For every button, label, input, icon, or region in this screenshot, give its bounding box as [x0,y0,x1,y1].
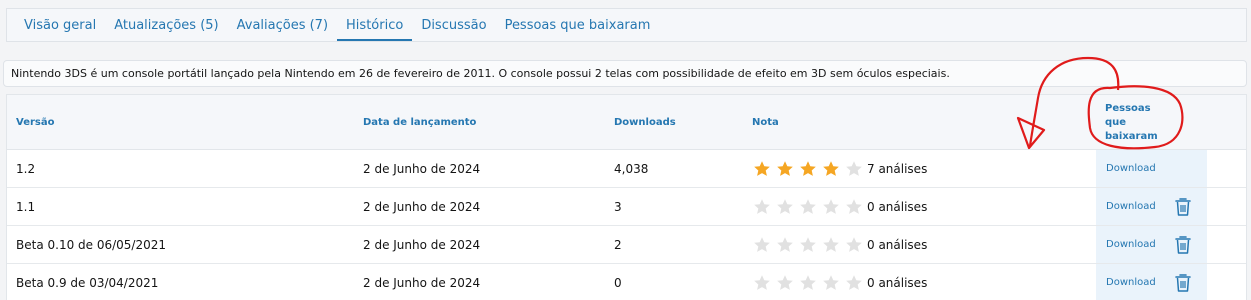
download-link[interactable]: Download [1106,188,1156,225]
version-history-table: Versão Data de lançamento Downloads Nota… [6,94,1247,300]
star-icon [846,160,862,176]
star-icon [754,236,770,252]
downloads-cell: 0 [614,275,622,290]
reviews-count[interactable]: 0 análises [867,264,927,300]
table-row: 1.1 2 de Junho de 2024 3 0 análises Download [7,188,1246,226]
version-cell: Beta 0.9 de 03/04/2021 [16,275,159,290]
download-link[interactable]: Download [1106,150,1156,187]
rating-stars [753,264,868,300]
tab-hist-rico[interactable]: Histórico [337,9,413,41]
version-cell: 1.1 [16,199,36,214]
table-row: Beta 0.9 de 03/04/2021 2 de Junho de 2024… [7,264,1246,300]
star-icon [800,198,816,214]
release-date-cell: 2 de Junho de 2024 [363,199,481,214]
star-icon [823,160,839,176]
reviews-count[interactable]: 0 análises [867,226,927,263]
downloads-cell: 3 [614,199,622,214]
star-icon [823,198,839,214]
table-row: Beta 0.10 de 06/05/2021 2 de Junho de 202… [7,226,1246,264]
header-rating: Nota [752,117,779,128]
header-downloads: Downloads [614,117,676,128]
downloads-cell: 4,038 [614,161,649,176]
reviews-count[interactable]: 7 análises [867,150,927,187]
trash-icon[interactable] [1174,197,1192,217]
download-link[interactable]: Download [1106,264,1156,300]
table-header: Versão Data de lançamento Downloads Nota [7,95,1246,150]
tab-pessoas-que-baixaram[interactable]: Pessoas que baixaram [496,9,660,41]
star-icon [823,236,839,252]
star-icon [800,160,816,176]
star-icon [800,236,816,252]
tab-discuss-o[interactable]: Discussão [412,9,495,41]
trash-icon[interactable] [1174,235,1192,255]
downloads-cell: 2 [614,237,622,252]
release-date-cell: 2 de Junho de 2024 [363,161,481,176]
star-icon [777,274,793,290]
tab-bar: Visão geral Atualizações (5) Avaliações (7… [6,8,1247,42]
version-cell: 1.2 [16,161,36,176]
star-icon [754,160,770,176]
version-cell: Beta 0.10 de 06/05/2021 [16,237,166,252]
header-people-downloaded[interactable]: Pessoas que baixaram [1105,95,1195,150]
table-row: 1.2 2 de Junho de 2024 4,038 7 análises Down… [7,150,1246,188]
header-release-date: Data de lançamento [363,117,477,128]
header-version: Versão [16,117,55,128]
star-icon [846,198,862,214]
tab-vis-o-geral[interactable]: Visão geral [15,9,105,41]
star-icon [823,274,839,290]
star-icon [777,160,793,176]
download-link[interactable]: Download [1106,226,1156,263]
rating-stars [753,150,868,187]
trash-icon[interactable] [1174,273,1192,293]
tab-avalia-es-7[interactable]: Avaliações (7) [228,9,337,41]
tab-list: Visão geral Atualizações (5) Avaliações (7… [7,9,1246,41]
rating-stars [753,226,868,263]
release-date-cell: 2 de Junho de 2024 [363,275,481,290]
release-date-cell: 2 de Junho de 2024 [363,237,481,252]
tab-atualiza-es-5[interactable]: Atualizações (5) [105,9,227,41]
star-icon [777,198,793,214]
star-icon [846,236,862,252]
star-icon [777,236,793,252]
description-banner: Nintendo 3DS é um console portátil lança… [3,60,1247,87]
star-icon [800,274,816,290]
rating-stars [753,188,868,225]
reviews-count[interactable]: 0 análises [867,188,927,225]
star-icon [754,198,770,214]
star-icon [754,274,770,290]
star-icon [846,274,862,290]
description-text: Nintendo 3DS é um console portátil lança… [11,67,950,80]
